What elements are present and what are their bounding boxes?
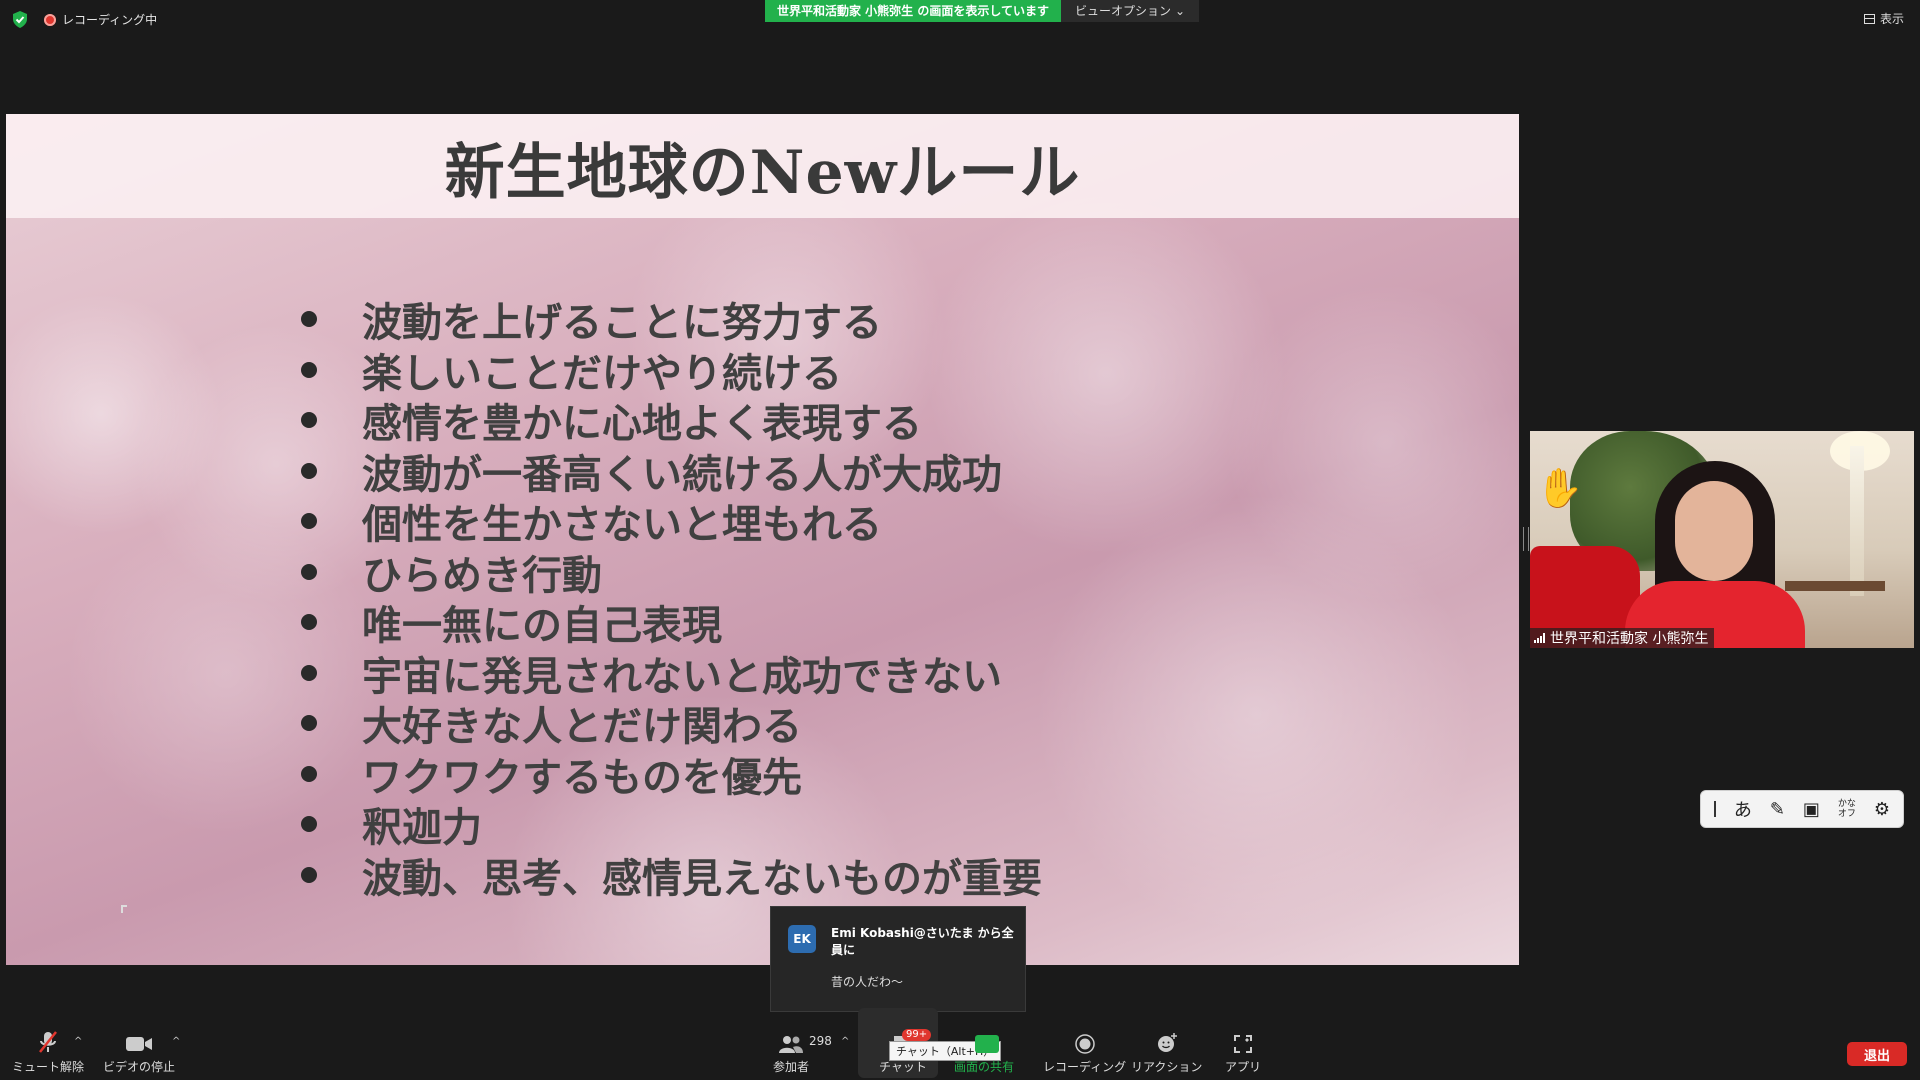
chat-unread-badge: 99+ — [902, 1029, 932, 1041]
bullet-icon — [301, 513, 317, 530]
bullet-icon — [301, 563, 317, 580]
video-camera-icon — [125, 1030, 153, 1054]
ime-toolbar[interactable]: あ ✎ ▣ かな オフ ⚙ — [1700, 790, 1904, 828]
rules-list: 波動を上げることに努力する 楽しいことだけやり続ける 感情を豊かに心地よく表現す… — [301, 294, 1042, 902]
list-item: 個性を生かさないと埋もれる — [301, 496, 1042, 548]
recording-label: レコーディング中 — [62, 13, 158, 27]
mute-options-caret-icon[interactable]: ^ — [74, 1036, 82, 1047]
list-item: 波動が一番高くい続ける人が大成功 — [301, 446, 1042, 498]
bullet-icon — [301, 614, 317, 631]
signal-strength-icon — [1534, 633, 1545, 643]
microphone-muted-icon — [37, 1030, 59, 1054]
participants-options-caret-icon[interactable]: ^ — [841, 1036, 849, 1047]
list-item: 感情を豊かに心地よく表現する — [301, 395, 1042, 447]
panel-resize-handle[interactable] — [1523, 527, 1529, 551]
participant-name: 世界平和活動家 小熊弥生 — [1550, 631, 1709, 647]
slide-title: 新生地球のNewルール — [444, 138, 1081, 208]
record-icon — [1074, 1030, 1095, 1054]
reactions-label: リアクション — [1131, 1060, 1203, 1074]
participants-icon — [778, 1030, 804, 1054]
apps-label: アプリ — [1225, 1060, 1262, 1074]
chevron-down-icon: ⌄ — [1175, 4, 1186, 18]
record-label: レコーディング — [1043, 1060, 1127, 1074]
video-background-table — [1785, 581, 1885, 591]
list-item: ひらめき行動 — [301, 547, 1042, 599]
list-item: 唯一無にの自己表現 — [301, 597, 1042, 649]
smiley-plus-icon — [1156, 1030, 1178, 1054]
mouse-cursor-icon — [121, 905, 127, 913]
bullet-icon — [301, 311, 317, 328]
list-item: 大好きな人とだけ関わる — [301, 698, 1042, 750]
participant-count: 298 — [809, 1034, 832, 1048]
participants-label: 参加者 — [773, 1060, 810, 1074]
list-item: 宇宙に発見されないと成功できない — [301, 648, 1042, 700]
list-item: 釈迦力 — [301, 799, 1042, 851]
bullet-icon — [301, 715, 317, 732]
bullet-icon — [301, 765, 317, 782]
avatar: EK — [788, 925, 816, 953]
reactions-button[interactable]: リアクション — [1131, 1030, 1202, 1075]
list-item: 波動、思考、感情見えないものが重要 — [301, 850, 1042, 902]
shield-check-icon[interactable] — [12, 11, 28, 28]
speaker-face — [1675, 481, 1753, 581]
ime-kana-toggle[interactable]: かな オフ — [1838, 799, 1856, 819]
list-item: ワクワクするものを優先 — [301, 749, 1042, 801]
view-options-label: ビューオプション — [1075, 4, 1172, 18]
list-item: 楽しいことだけやり続ける — [301, 345, 1042, 397]
video-background-lamp — [1850, 446, 1864, 596]
chat-message: 昔の人だわ〜 — [831, 975, 904, 989]
share-screen-button[interactable]: 画面の共有 — [954, 1030, 1014, 1075]
chat-sender: Emi Kobashi@さいたま から全員に — [831, 926, 1014, 957]
bullet-icon — [301, 412, 317, 429]
ime-hiragana-mode[interactable]: あ — [1734, 796, 1752, 822]
view-options-button[interactable]: ビューオプション ⌄ — [1061, 0, 1200, 22]
record-button[interactable]: レコーディング — [1043, 1030, 1126, 1075]
ime-drag-handle[interactable] — [1713, 801, 1716, 817]
apps-icon — [1233, 1030, 1253, 1054]
bullet-icon — [301, 866, 317, 883]
leave-button[interactable]: 退出 — [1847, 1042, 1907, 1066]
layout-icon — [1863, 13, 1875, 24]
bullet-icon — [301, 361, 317, 378]
list-item: 波動を上げることに努力する — [301, 294, 1042, 346]
ime-pen-icon[interactable]: ✎ — [1770, 799, 1785, 820]
ime-dictionary-icon[interactable]: ▣ — [1803, 799, 1820, 820]
shared-screen-slide: 新生地球のNewルール 波動を上げることに努力する 楽しいことだけやり続ける 感… — [6, 114, 1519, 965]
bullet-icon — [301, 664, 317, 681]
share-screen-label: 画面の共有 — [954, 1060, 1015, 1074]
raise-hand-icon: ✋ — [1536, 466, 1584, 510]
apps-button[interactable]: アプリ — [1225, 1030, 1261, 1075]
top-bar: レコーディング中 世界平和活動家 小熊弥生 の画面を表示しています ビューオプシ… — [0, 0, 1920, 40]
participant-video-tile[interactable]: ✋ 世界平和活動家 小熊弥生 — [1530, 431, 1914, 648]
gear-icon[interactable]: ⚙ — [1874, 799, 1890, 820]
display-button[interactable]: 表示 — [1863, 10, 1904, 27]
display-label: 表示 — [1879, 12, 1904, 26]
video-options-caret-icon[interactable]: ^ — [172, 1036, 180, 1047]
participants-button[interactable]: 参加者 — [773, 1030, 809, 1075]
share-banner-text: 世界平和活動家 小熊弥生 の画面を表示しています — [765, 0, 1061, 22]
bullet-icon — [301, 816, 317, 833]
stop-video-button[interactable]: ビデオの停止 — [103, 1030, 175, 1075]
bullet-icon — [301, 462, 317, 479]
chat-notification-popup[interactable]: EK Emi Kobashi@さいたま から全員に 昔の人だわ〜 — [770, 906, 1026, 1019]
stop-video-label: ビデオの停止 — [103, 1060, 176, 1074]
recording-indicator[interactable]: レコーディング中 — [44, 11, 157, 28]
recording-dot-icon — [44, 13, 56, 26]
participant-name-tag: 世界平和活動家 小熊弥生 — [1530, 628, 1715, 648]
mute-label: ミュート解除 — [12, 1060, 85, 1074]
share-banner: 世界平和活動家 小熊弥生 の画面を表示しています ビューオプション ⌄ — [765, 0, 1200, 22]
